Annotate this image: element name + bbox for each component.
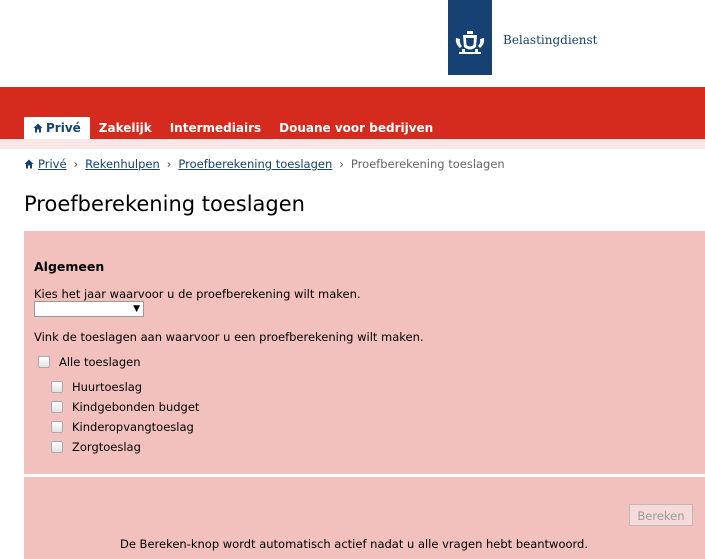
chevron-right-icon: › [73, 157, 79, 171]
home-icon [33, 123, 43, 133]
benefits-question: Vink de toeslagen aan waarvoor u een pro… [34, 330, 424, 344]
section-title: Algemeen [34, 259, 105, 274]
checkbox-alle-toeslagen[interactable]: Alle toeslagen [38, 355, 141, 369]
home-icon [24, 159, 34, 169]
form-panel: Algemeen Kies het jaar waarvoor u de pro… [24, 231, 705, 474]
coat-of-arms-icon [455, 31, 485, 54]
calculate-button[interactable]: Bereken [629, 504, 693, 526]
year-select[interactable]: ▼ [34, 301, 144, 317]
breadcrumb-proefberekening[interactable]: Proefberekening toeslagen [178, 157, 332, 171]
chevron-right-icon: › [166, 157, 172, 171]
dropdown-arrow-icon: ▼ [133, 304, 140, 314]
checkbox-kindgebonden-budget[interactable]: Kindgebonden budget [51, 400, 199, 414]
checkbox-zorgtoeslag[interactable]: Zorgtoeslag [51, 440, 141, 454]
checkbox[interactable] [51, 421, 63, 433]
brand-name: Belastingdienst [503, 33, 598, 47]
breadcrumb-prive[interactable]: Privé [38, 157, 67, 171]
checkbox-label: Kinderopvangtoeslag [72, 420, 194, 434]
footer-panel: Bereken De Bereken-knop wordt automatisc… [24, 477, 705, 559]
breadcrumb-rekenhulpen[interactable]: Rekenhulpen [85, 157, 160, 171]
breadcrumb-current: Proefberekening toeslagen [350, 157, 505, 171]
checkbox[interactable] [51, 381, 63, 393]
nav-underline [0, 139, 705, 149]
page-title: Proefberekening toeslagen [24, 192, 305, 216]
logo[interactable] [448, 0, 492, 75]
main-nav: Privé Zakelijk Intermediairs Douane voor… [24, 117, 442, 139]
nav-intermediairs[interactable]: Intermediairs [161, 117, 270, 139]
checkbox-label: Alle toeslagen [59, 355, 141, 369]
nav-prive[interactable]: Privé [24, 117, 90, 139]
nav-douane[interactable]: Douane voor bedrijven [270, 117, 442, 139]
checkbox[interactable] [51, 441, 63, 453]
checkbox-label: Kindgebonden budget [72, 400, 200, 414]
calculate-note: De Bereken-knop wordt automatisch actief… [119, 537, 589, 551]
nav-zakelijk[interactable]: Zakelijk [90, 117, 161, 139]
nav-prive-label: Privé [46, 121, 81, 135]
checkbox[interactable] [38, 356, 50, 368]
checkbox-label: Huurtoeslag [72, 380, 143, 394]
breadcrumb: Privé › Rekenhulpen › Proefberekening to… [24, 157, 505, 171]
checkbox-kinderopvangtoeslag[interactable]: Kinderopvangtoeslag [51, 420, 194, 434]
checkbox[interactable] [51, 401, 63, 413]
checkbox-label: Zorgtoeslag [72, 440, 141, 454]
chevron-right-icon: › [339, 157, 344, 171]
year-question: Kies het jaar waarvoor u de proefbereken… [34, 287, 361, 301]
checkbox-huurtoeslag[interactable]: Huurtoeslag [51, 380, 142, 394]
